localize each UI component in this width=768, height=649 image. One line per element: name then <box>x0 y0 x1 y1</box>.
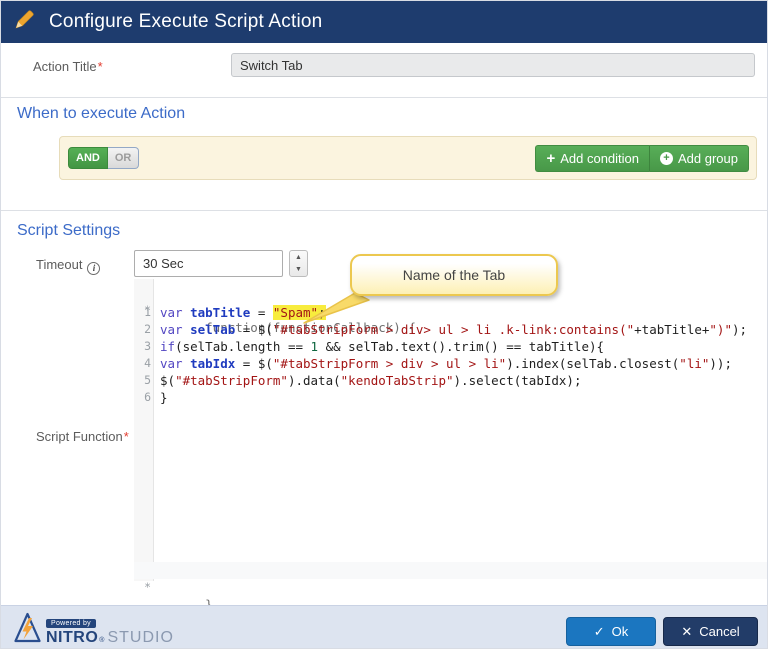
code-line[interactable]: 4var tabIdx = $("#tabStripForm > div > u… <box>134 355 767 372</box>
when-to-execute-heading: When to execute Action <box>17 105 185 123</box>
registered-mark: ® <box>99 637 104 644</box>
condition-builder-panel: AND OR + Add condition + Add group <box>59 136 757 180</box>
timeout-label: Timeouti <box>36 257 100 275</box>
function-wrapper-footer: * } <box>134 562 767 579</box>
code-line[interactable]: 5$("#tabStripForm").data("kendoTabStrip"… <box>134 372 767 389</box>
x-icon: ✕ <box>681 624 692 640</box>
code-line[interactable]: 6} <box>134 389 767 406</box>
code-line[interactable]: 3if(selTab.length == 1 && selTab.text().… <box>134 338 767 355</box>
add-buttons-group: + Add condition + Add group <box>535 145 749 172</box>
section-divider <box>1 97 767 98</box>
timeout-spinner: ▲ ▼ <box>289 250 308 277</box>
powered-by-badge: Powered by <box>46 619 96 628</box>
dialog-title: Configure Execute Script Action <box>49 11 322 33</box>
add-group-button[interactable]: + Add group <box>650 145 749 172</box>
and-button[interactable]: AND <box>68 147 108 169</box>
script-settings-heading: Script Settings <box>17 222 120 240</box>
script-function-label: Script Function* <box>36 429 129 444</box>
section-divider <box>1 210 767 211</box>
nitro-triangle-bolt-icon <box>14 612 41 649</box>
line-number: 4 <box>134 355 151 372</box>
cancel-button[interactable]: ✕ Cancel <box>663 617 758 646</box>
or-button[interactable]: OR <box>108 147 140 169</box>
action-title-input[interactable] <box>231 53 755 77</box>
and-or-toggle: AND OR <box>68 147 139 169</box>
required-asterisk: * <box>98 59 103 74</box>
line-number: 1 <box>134 304 151 321</box>
callout-tail <box>299 291 381 332</box>
plus-icon: + <box>546 151 555 166</box>
name-of-tab-callout: Name of the Tab <box>350 254 558 296</box>
dialog-footer: Powered by NITRO ® STUDIO ✓ Ok ✕ Cancel <box>1 606 767 649</box>
line-number: 5 <box>134 372 151 389</box>
script-code-editor[interactable]: * function(functionCallback) { 1var tabT… <box>134 279 767 581</box>
pencil-icon <box>13 8 36 36</box>
spinner-down-icon[interactable]: ▼ <box>290 264 307 277</box>
line-number: 6 <box>134 389 151 406</box>
info-icon[interactable]: i <box>87 262 100 275</box>
line-number: 3 <box>134 338 151 355</box>
timeout-input[interactable] <box>134 250 283 277</box>
gutter-asterisk: * <box>134 579 151 596</box>
add-condition-button[interactable]: + Add condition <box>535 145 650 172</box>
action-title-label: Action Title* <box>33 59 103 74</box>
code-lines: 1var tabTitle = "Spam";2var selTab = $("… <box>134 304 767 406</box>
line-number: 2 <box>134 321 151 338</box>
code-line[interactable]: 1var tabTitle = "Spam"; <box>134 304 767 321</box>
brand-studio: STUDIO <box>107 629 173 647</box>
dialog-header: Configure Execute Script Action <box>1 1 767 43</box>
nitro-studio-logo: Powered by NITRO ® STUDIO <box>14 612 174 649</box>
ok-button[interactable]: ✓ Ok <box>566 617 656 646</box>
spinner-up-icon[interactable]: ▲ <box>290 251 307 264</box>
configure-script-dialog: Configure Execute Script Action Action T… <box>0 0 768 649</box>
required-asterisk: * <box>124 429 129 444</box>
circle-plus-icon: + <box>660 152 673 165</box>
code-line[interactable]: 2var selTab = $("#tabStripForm > div> ul… <box>134 321 767 338</box>
check-icon: ✓ <box>594 624 605 640</box>
brand-nitro: NITRO <box>46 629 98 647</box>
